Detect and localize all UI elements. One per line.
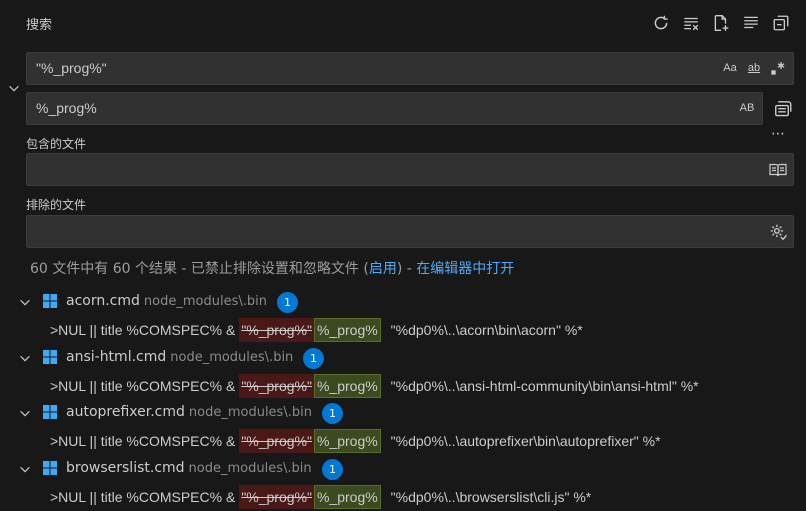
file-result-row[interactable]: ansi-html.cmd node_modules\.bin 1 (0, 347, 806, 369)
match-count-badge: 1 (277, 292, 298, 313)
results-summary: 60 文件中有 60 个结果 - 已禁止排除设置和忽略文件 (启用) - 在编辑… (30, 258, 514, 278)
file-path: node_modules\.bin (188, 461, 312, 476)
search-input-value: "%_prog%" (36, 60, 107, 76)
view-as-list-icon[interactable] (740, 12, 762, 34)
match-prefix: >NUL || title %COMSPEC% & (50, 322, 236, 338)
file-name: autoprefixer.cmd node_modules\.bin (66, 404, 312, 420)
replace-input[interactable]: %_prog% AB (26, 92, 763, 125)
match-line[interactable]: >NUL || title %COMSPEC% & "%_prog%" %_prog… (50, 318, 583, 342)
deleted-match: "%_prog%" (239, 485, 314, 509)
inserted-replacement: %_prog% (313, 318, 381, 342)
match-count-badge: 1 (303, 348, 324, 369)
more-options-icon[interactable]: ⋯ (771, 126, 786, 142)
excludes-label: 排除的文件 (26, 198, 87, 212)
deleted-match: "%_prog%" (239, 374, 314, 398)
file-path: node_modules\.bin (188, 405, 312, 420)
preserve-case-toggle[interactable]: AB (738, 99, 756, 117)
deleted-match: "%_prog%" (239, 318, 314, 342)
file-name: browserslist.cmd node_modules\.bin (66, 460, 312, 476)
match-count-badge: 1 (322, 403, 343, 424)
new-search-editor-icon[interactable] (710, 12, 732, 34)
clear-results-icon[interactable] (680, 12, 702, 34)
inserted-replacement: %_prog% (313, 485, 381, 509)
file-name-label: acorn.cmd (66, 293, 140, 309)
collapse-all-icon[interactable] (770, 12, 792, 34)
match-whole-word-label: ab (747, 62, 761, 74)
match-suffix: "%dp0%\..\acorn\bin\acorn" %* (390, 322, 583, 338)
deleted-match: "%_prog%" (239, 429, 314, 453)
match-prefix: >NUL || title %COMSPEC% & (50, 489, 236, 505)
match-line[interactable]: >NUL || title %COMSPEC% & "%_prog%" %_prog… (50, 485, 591, 509)
search-input[interactable]: "%_prog%" Aa ab (26, 52, 794, 85)
replace-input-value: %_prog% (36, 100, 97, 116)
replace-all-icon[interactable] (772, 98, 792, 118)
windows-file-icon (43, 461, 57, 475)
match-case-toggle[interactable]: Aa (721, 59, 739, 77)
chevron-down-icon[interactable] (18, 351, 32, 365)
summary-text: 60 文件中有 60 个结果 - 已禁止排除设置和忽略文件 ( (30, 261, 369, 277)
open-in-editor-link[interactable]: 在编辑器中打开 (416, 261, 514, 277)
match-line[interactable]: >NUL || title %COMSPEC% & "%_prog%" %_prog… (50, 374, 699, 398)
file-name-label: ansi-html.cmd (66, 349, 167, 365)
match-line[interactable]: >NUL || title %COMSPEC% & "%_prog%" %_prog… (50, 429, 661, 453)
match-prefix: >NUL || title %COMSPEC% & (50, 433, 236, 449)
file-result-row[interactable]: autoprefixer.cmd node_modules\.bin 1 (0, 402, 806, 424)
use-exclude-settings-gear-icon[interactable] (769, 223, 787, 241)
match-suffix: "%dp0%\..\browserslist\cli.js" %* (390, 489, 592, 505)
chevron-down-icon[interactable] (18, 295, 32, 309)
windows-file-icon (43, 350, 57, 364)
refresh-icon[interactable] (650, 12, 672, 34)
header-actions (650, 12, 792, 34)
match-suffix: "%dp0%\..\ansi-html-community\bin\ansi-h… (390, 378, 699, 394)
regex-icon[interactable] (769, 59, 787, 77)
inserted-replacement: %_prog% (313, 429, 381, 453)
windows-file-icon (43, 405, 57, 419)
match-prefix: >NUL || title %COMSPEC% & (50, 378, 236, 394)
file-result-row[interactable]: browserslist.cmd node_modules\.bin 1 (0, 458, 806, 480)
file-name-label: browserslist.cmd (66, 460, 185, 476)
match-suffix: "%dp0%\..\autoprefixer\bin\autoprefixer"… (390, 433, 661, 449)
excludes-input[interactable] (26, 215, 794, 248)
chevron-down-icon[interactable] (18, 462, 32, 476)
file-path: node_modules\.bin (170, 350, 294, 365)
enable-excludes-link[interactable]: 启用 (369, 261, 397, 277)
panel-title: 搜索 (26, 18, 53, 33)
chevron-down-icon[interactable] (18, 406, 32, 420)
open-editors-only-book-icon[interactable] (769, 161, 787, 179)
file-name-label: autoprefixer.cmd (66, 404, 185, 420)
file-name: acorn.cmd node_modules\.bin (66, 293, 267, 309)
windows-file-icon (43, 294, 57, 308)
includes-label: 包含的文件 (26, 137, 87, 151)
toggle-replace-chevron-icon[interactable] (6, 80, 22, 96)
file-result-row[interactable]: acorn.cmd node_modules\.bin 1 (0, 291, 806, 313)
includes-input[interactable] (26, 153, 794, 186)
file-name: ansi-html.cmd node_modules\.bin (66, 349, 293, 365)
inserted-replacement: %_prog% (313, 374, 381, 398)
summary-separator: ) - (396, 261, 417, 277)
match-whole-word-toggle[interactable]: ab (745, 59, 763, 77)
match-count-badge: 1 (322, 459, 343, 480)
file-path: node_modules\.bin (143, 294, 267, 309)
